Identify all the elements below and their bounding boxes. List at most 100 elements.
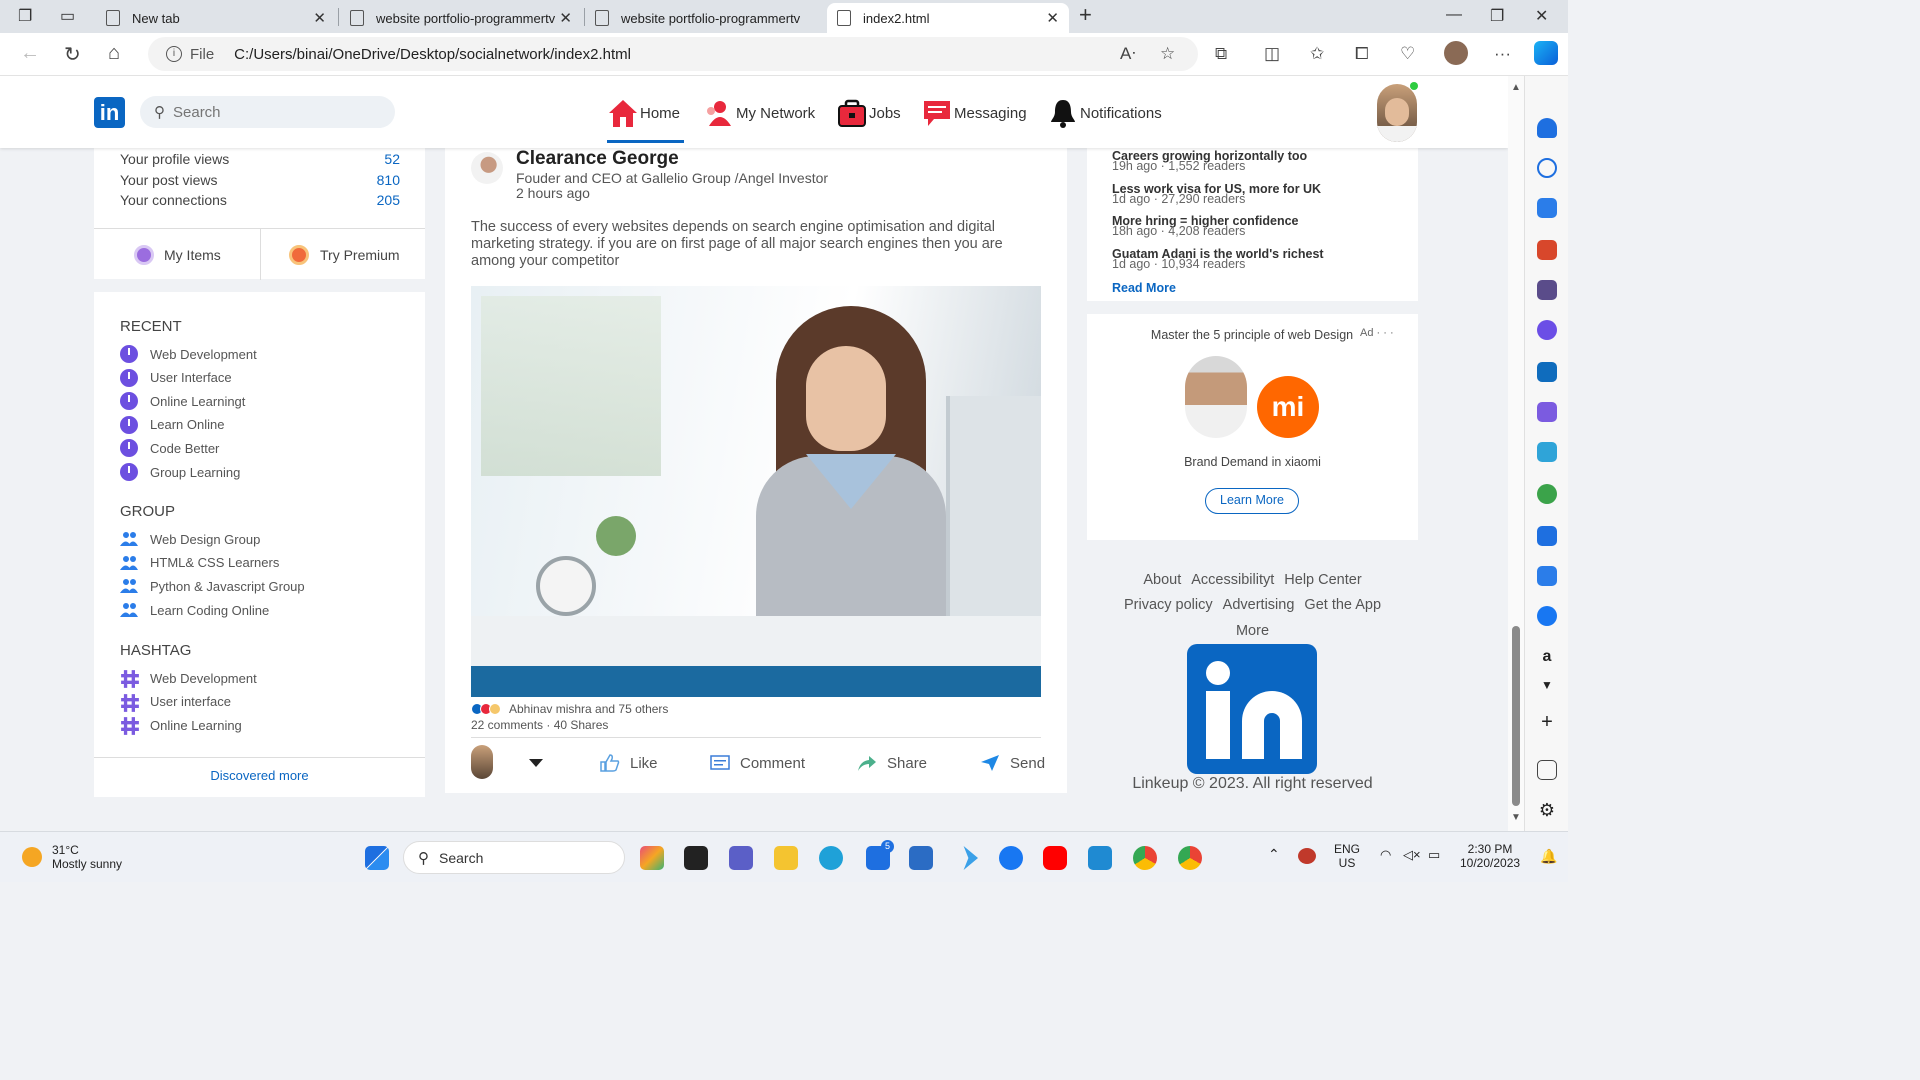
notifications-icon[interactable]: 🔔	[1540, 848, 1557, 865]
share-button[interactable]: Share	[857, 754, 927, 772]
drop-icon[interactable]	[1537, 442, 1557, 462]
taskbar-search[interactable]: ⚲ Search	[403, 841, 625, 874]
sidebar-toggle-icon[interactable]	[1537, 760, 1557, 780]
stat-post-views[interactable]: Your post views 810	[120, 172, 400, 188]
news-item[interactable]: Guatam Adani is the world's richest 1d ag…	[1112, 247, 1324, 271]
sidebar-item-recent[interactable]: Group Learning	[120, 463, 240, 481]
footer-link[interactable]: Accessibilityt	[1191, 572, 1274, 588]
clock[interactable]: 2:30 PM 10/20/2023	[1460, 842, 1520, 870]
word-icon[interactable]	[1537, 566, 1557, 586]
chevron-up-icon[interactable]: ⌃	[1268, 846, 1280, 863]
copilot-pre-icon[interactable]	[640, 846, 664, 870]
workspaces-icon[interactable]: ❐	[18, 6, 32, 26]
footer-link[interactable]: Privacy policy	[1124, 597, 1213, 613]
split-screen-icon[interactable]: ◫	[1264, 44, 1280, 64]
news-item[interactable]: Careers growing horizontally too 19h ago …	[1112, 149, 1307, 173]
post-author-name[interactable]: Clearance George	[516, 148, 679, 170]
wifi-icon[interactable]: ◠	[1380, 847, 1391, 863]
task-view-icon[interactable]	[684, 846, 708, 870]
add-icon[interactable]: +	[1537, 712, 1557, 732]
bell-icon[interactable]	[1537, 118, 1557, 138]
sidebar-item-group[interactable]: Python & Javascript Group	[120, 577, 305, 595]
tab-portfolio-1[interactable]: website portfolio-programmertv ✕	[340, 3, 582, 33]
profile-avatar-icon[interactable]	[1444, 41, 1468, 65]
search-bar[interactable]: ⚲	[140, 96, 395, 128]
footer-link[interactable]: More	[1236, 623, 1269, 639]
favorites-icon[interactable]: ✩	[1310, 44, 1324, 64]
amazon-icon[interactable]: a	[1537, 648, 1557, 668]
footer-link[interactable]: Help Center	[1284, 572, 1361, 588]
sidebar-item-group[interactable]: Web Design Group	[120, 530, 260, 548]
gear-icon[interactable]: ⚙	[1537, 800, 1557, 820]
edge-icon[interactable]	[819, 846, 843, 870]
footer-link[interactable]: Advertising	[1223, 597, 1295, 613]
info-icon[interactable]: i	[166, 46, 182, 62]
back-icon[interactable]: ←	[20, 42, 40, 65]
security-icon[interactable]	[1298, 848, 1316, 864]
send-button[interactable]: Send	[980, 754, 1045, 772]
read-aloud-icon[interactable]: Aᐧ	[1120, 44, 1136, 64]
facebook-icon[interactable]	[1537, 606, 1557, 626]
close-icon[interactable]: ✕	[1046, 9, 1059, 27]
search-icon[interactable]	[1537, 158, 1557, 178]
post-reactions[interactable]: Abhinav mishra and 75 others	[471, 702, 668, 716]
file-explorer-icon[interactable]	[774, 846, 798, 870]
nav-home[interactable]: Home	[608, 96, 680, 130]
store-icon[interactable]	[909, 846, 933, 870]
home-browser-icon[interactable]: ⌂	[108, 42, 120, 65]
vscode-icon[interactable]	[1088, 846, 1112, 870]
nav-notifications[interactable]: Notifications	[1048, 96, 1162, 130]
url-text[interactable]: C:/Users/binai/OneDrive/Desktop/socialne…	[234, 46, 631, 63]
like-button[interactable]: Like	[600, 754, 658, 772]
footer-link[interactable]: Get the App	[1304, 597, 1381, 613]
discover-more-link[interactable]: Discovered more	[94, 768, 425, 783]
tab-portfolio-2[interactable]: website portfolio-programmertv	[585, 3, 825, 33]
outlook-icon[interactable]	[1537, 362, 1557, 382]
sidebar-item-hashtag[interactable]: Online Learning	[120, 716, 242, 736]
window-close-icon[interactable]: ✕	[1535, 6, 1548, 26]
nav-jobs[interactable]: Jobs	[837, 96, 901, 130]
close-icon[interactable]: ✕	[559, 9, 572, 27]
page-scrollbar[interactable]: ▲ ▼	[1508, 76, 1524, 831]
refresh-icon[interactable]: ↻	[64, 42, 81, 67]
new-tab-icon[interactable]: +	[1079, 2, 1092, 28]
news-item[interactable]: Less work visa for US, more for UK 1d ago…	[1112, 182, 1321, 206]
teams-icon[interactable]	[729, 846, 753, 870]
minimize-icon[interactable]: —	[1446, 6, 1462, 24]
tag-icon[interactable]	[1537, 198, 1557, 218]
sidebar-item-group[interactable]: Learn Coding Online	[120, 601, 269, 619]
scroll-up-icon[interactable]: ▲	[1511, 82, 1521, 93]
copilot-icon[interactable]	[1537, 320, 1557, 340]
tab-index2[interactable]: index2.html ✕	[827, 3, 1069, 33]
chevron-down-icon[interactable]	[529, 759, 543, 767]
ad-label[interactable]: Ad · · ·	[1360, 327, 1394, 339]
search-input[interactable]	[173, 103, 373, 121]
news-item[interactable]: More hring = higher confidence 18h ago · …	[1112, 214, 1298, 238]
sidebar-item-recent[interactable]: Learn Online	[120, 415, 224, 434]
nav-my-network[interactable]: My Network	[704, 96, 815, 130]
close-icon[interactable]: ✕	[313, 9, 326, 27]
collections-icon[interactable]: ⧠	[1355, 44, 1369, 64]
tab-new-tab[interactable]: New tab ✕	[96, 3, 336, 33]
power-automate-icon[interactable]	[963, 846, 978, 870]
language-indicator[interactable]: ENG US	[1334, 842, 1360, 870]
nav-messaging[interactable]: Messaging	[922, 96, 1027, 130]
stat-profile-views[interactable]: Your profile views 52	[120, 151, 400, 167]
extensions-icon[interactable]: ⧉	[1215, 44, 1227, 64]
youtube-icon[interactable]	[1043, 846, 1067, 870]
favorite-star-icon[interactable]: ☆	[1160, 44, 1175, 64]
stat-connections[interactable]: Your connections 205	[120, 192, 400, 208]
chevron-down-icon[interactable]: ▼	[1537, 678, 1557, 698]
sidebar-item-hashtag[interactable]: User interface	[120, 693, 231, 712]
chrome-icon[interactable]	[1178, 846, 1202, 870]
learn-more-button[interactable]: Learn More	[1205, 488, 1299, 514]
read-more-link[interactable]: Read More	[1112, 281, 1176, 295]
facebook-taskbar-icon[interactable]	[999, 846, 1023, 870]
tab-actions-icon[interactable]: ▭	[60, 6, 75, 26]
tree-icon[interactable]	[1537, 484, 1557, 504]
sidebar-item-recent[interactable]: User Interface	[120, 368, 232, 387]
windows-start-icon[interactable]	[365, 846, 389, 870]
games-icon[interactable]	[1537, 280, 1557, 300]
briefcase-icon[interactable]	[1537, 240, 1557, 260]
sidebar-item-recent[interactable]: Web Development	[120, 345, 257, 363]
